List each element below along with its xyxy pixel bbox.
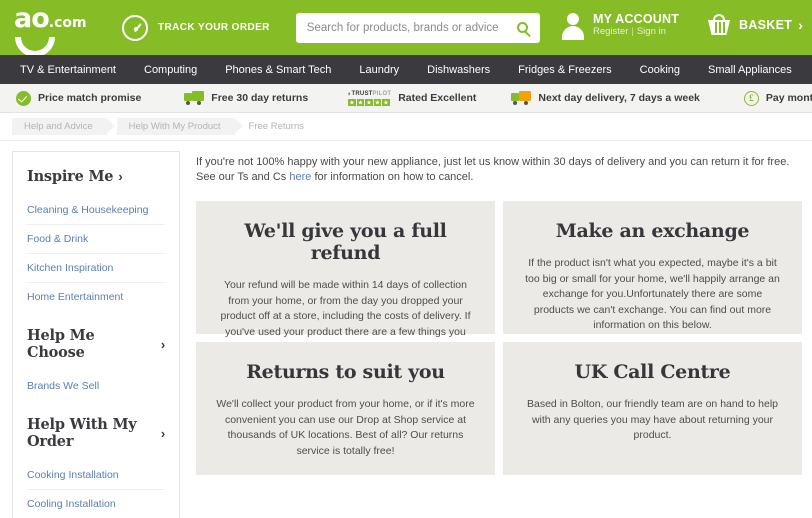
- basket-icon: [707, 14, 731, 35]
- account-links: Register | Sign in: [593, 26, 679, 38]
- search-box[interactable]: [295, 12, 540, 43]
- logo-wordmark: ao.com: [14, 2, 100, 36]
- card-full-refund: We'll give you a full refund Your refund…: [196, 201, 495, 353]
- intro-text-part1: If you're not 100% happy with your new a…: [196, 156, 790, 183]
- sidebar-item-cooling-installation[interactable]: Cooling Installation: [27, 490, 165, 518]
- promise-price-match: Price match promise: [16, 90, 142, 106]
- nav-item-cooking[interactable]: Cooking: [626, 55, 694, 84]
- nav-item-floorcare[interactable]: Floorcare: [806, 55, 812, 84]
- sidebar-nav: Inspire Me › Cleaning & Housekeeping Foo…: [12, 151, 180, 518]
- trustpilot-word-pilot: PILOT: [372, 90, 392, 97]
- chevron-right-icon: ›: [798, 16, 803, 33]
- sidebar-heading-label: Help With My Order: [27, 416, 137, 450]
- breadcrumb-item-help-and-advice[interactable]: Help and Advice: [12, 118, 115, 135]
- sidebar-heading-inspire-me[interactable]: Inspire Me ›: [27, 152, 165, 196]
- sidebar-item-cleaning-housekeeping[interactable]: Cleaning & Housekeeping: [27, 196, 165, 225]
- nav-item-tv-entertainment[interactable]: TV & Entertainment: [0, 55, 130, 84]
- my-account-menu[interactable]: MY ACCOUNT Register | Sign in: [561, 12, 680, 41]
- promise-label: Price match promise: [38, 92, 142, 104]
- trustpilot-word-trust: TRUST: [351, 90, 373, 97]
- track-your-order-label: TRACK YOUR ORDER: [158, 22, 270, 33]
- promise-bar: Price match promise Free 30 day returns …: [0, 84, 812, 113]
- card-title: We'll give you a full refund: [244, 220, 447, 264]
- chevron-right-icon: ›: [160, 425, 165, 441]
- delivery-van-icon: [511, 91, 532, 105]
- card-make-an-exchange: Make an exchange If the product isn't wh…: [503, 201, 802, 334]
- search-icon: [517, 22, 529, 33]
- promise-free-returns: Free 30 day returns: [184, 91, 308, 105]
- info-card-grid: We'll give you a full refund Your refund…: [196, 201, 802, 475]
- card-title: Make an exchange: [555, 220, 750, 242]
- nav-item-computing[interactable]: Computing: [130, 55, 211, 84]
- promise-label: Pay monthly APR 19.9%: [765, 92, 812, 104]
- tick-circle-icon: [16, 90, 31, 106]
- logo-text-suffix: .com: [48, 14, 87, 31]
- sign-in-link[interactable]: Sign in: [637, 26, 666, 37]
- trustpilot-icon: TRUST PILOT: [348, 90, 391, 107]
- nav-item-phones-smart-tech[interactable]: Phones & Smart Tech: [211, 55, 345, 84]
- breadcrumb: Help and Advice Help With My Product Fre…: [0, 113, 812, 141]
- primary-nav: TV & Entertainment Computing Phones & Sm…: [0, 55, 812, 84]
- sidebar-item-brands-we-sell[interactable]: Brands We Sell: [27, 372, 165, 400]
- intro-paragraph: If you're not 100% happy with your new a…: [196, 155, 802, 185]
- promise-label: Rated Excellent: [398, 92, 477, 104]
- nav-item-small-appliances[interactable]: Small Appliances: [694, 55, 806, 84]
- promise-next-day-delivery: Next day delivery, 7 days a week: [511, 91, 700, 105]
- promise-pay-monthly: £ Pay monthly APR 19.9%: [743, 90, 812, 106]
- nav-item-laundry[interactable]: Laundry: [345, 55, 413, 84]
- chevron-right-icon: ›: [160, 336, 165, 352]
- register-link[interactable]: Register: [593, 26, 628, 37]
- account-link-separator: |: [631, 26, 634, 38]
- trustpilot-stars: [348, 98, 391, 107]
- sidebar-heading-label: Help Me Choose: [27, 327, 95, 361]
- card-uk-call-centre: UK Call Centre Based in Bolton, our frie…: [503, 342, 802, 475]
- nav-item-dishwashers[interactable]: Dishwashers: [413, 55, 504, 84]
- sidebar-item-cooking-installation[interactable]: Cooking Installation: [27, 461, 165, 490]
- nav-item-fridges-freezers[interactable]: Fridges & Freezers: [504, 55, 626, 84]
- my-account-label: MY ACCOUNT: [593, 12, 680, 26]
- ao-logo[interactable]: ao.com: [14, 2, 100, 57]
- site-header: ao.com TRACK YOUR ORDER MY ACCOUNT Regis…: [0, 0, 812, 57]
- search-input[interactable]: [295, 21, 506, 34]
- sidebar-item-kitchen-inspiration[interactable]: Kitchen Inspiration: [27, 254, 165, 283]
- logo-text-main: ao: [14, 2, 50, 34]
- card-title: UK Call Centre: [574, 361, 731, 383]
- sidebar-heading-help-with-my-order[interactable]: Help With My Order ›: [27, 400, 165, 461]
- basket-button[interactable]: BASKET ›: [707, 14, 803, 35]
- card-title: Returns to suit you: [246, 361, 445, 383]
- breadcrumb-item-free-returns: Free Returns: [248, 121, 304, 132]
- breadcrumb-item-help-with-my-product[interactable]: Help With My Product: [116, 118, 243, 135]
- pound-circle-icon: £: [743, 90, 759, 106]
- logo-smile-icon: [15, 36, 55, 57]
- card-body: We'll collect your product from your hom…: [216, 398, 475, 457]
- sidebar-heading-help-me-choose[interactable]: Help Me Choose ›: [27, 311, 165, 372]
- main-content: If you're not 100% happy with your new a…: [196, 141, 802, 475]
- sidebar-item-home-entertainment[interactable]: Home Entertainment: [27, 283, 165, 311]
- compass-icon: [122, 14, 148, 41]
- promise-label: Next day delivery, 7 days a week: [538, 92, 700, 104]
- search-submit-button[interactable]: [506, 13, 540, 43]
- intro-text-part2: for information on how to cancel.: [311, 171, 474, 183]
- track-your-order-button[interactable]: TRACK YOUR ORDER: [122, 14, 270, 41]
- sidebar-heading-label: Inspire Me: [27, 168, 114, 185]
- chevron-right-icon: ›: [118, 169, 123, 184]
- basket-label: BASKET: [739, 17, 793, 32]
- terms-and-conditions-link[interactable]: here: [289, 171, 311, 183]
- card-body: If the product isn't what you expected, …: [525, 257, 780, 331]
- sidebar-item-food-drink[interactable]: Food & Drink: [27, 225, 165, 254]
- card-returns-to-suit-you: Returns to suit you We'll collect your p…: [196, 342, 495, 475]
- promise-label: Free 30 day returns: [211, 92, 309, 104]
- page-body: Inspire Me › Cleaning & Housekeeping Foo…: [0, 141, 812, 518]
- delivery-van-icon: [184, 91, 205, 105]
- promise-rated-excellent: TRUST PILOT Rated Excellent: [348, 90, 476, 107]
- card-body: Based in Bolton, our friendly team are o…: [527, 398, 778, 441]
- user-avatar-icon: [561, 12, 585, 41]
